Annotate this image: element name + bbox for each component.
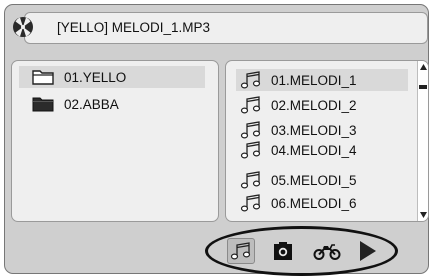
folder-open-icon bbox=[32, 70, 54, 85]
music-note-icon bbox=[240, 194, 261, 212]
tab-video[interactable] bbox=[312, 238, 342, 264]
file-list-panel: 01.MELODI_1 02.MELODI_2 03.MELODI_3 04.M… bbox=[225, 60, 429, 222]
folder-item[interactable]: 02.ABBA bbox=[20, 93, 119, 115]
file-item[interactable]: 02.MELODI_2 bbox=[238, 94, 357, 116]
file-list-scrollbar[interactable] bbox=[417, 61, 428, 221]
file-label: 02.MELODI_2 bbox=[271, 97, 357, 113]
file-item[interactable]: 04.MELODI_4 bbox=[238, 139, 357, 161]
file-label: 03.MELODI_3 bbox=[271, 122, 357, 138]
file-label: 01.MELODI_1 bbox=[271, 72, 357, 88]
tab-play[interactable] bbox=[356, 238, 380, 264]
music-note-icon bbox=[240, 141, 261, 159]
media-type-tabs bbox=[205, 226, 398, 276]
file-item[interactable]: 03.MELODI_3 bbox=[238, 119, 357, 141]
camera-icon bbox=[274, 242, 292, 260]
folder-item[interactable]: 01.YELLO bbox=[19, 66, 205, 88]
music-note-icon bbox=[240, 71, 261, 89]
tab-music[interactable] bbox=[227, 238, 255, 264]
music-note-icon bbox=[240, 121, 261, 139]
file-label: 04.MELODI_4 bbox=[271, 142, 357, 158]
motorcycle-icon bbox=[313, 244, 341, 260]
music-note-icon bbox=[240, 96, 261, 114]
file-label: 05.MELODI_5 bbox=[271, 172, 357, 188]
scroll-thumb[interactable] bbox=[419, 85, 427, 89]
music-note-icon bbox=[230, 242, 251, 260]
disc-icon bbox=[13, 17, 33, 37]
file-item[interactable]: 06.MELODI_6 bbox=[238, 192, 357, 214]
folder-icon bbox=[32, 97, 54, 112]
scroll-up-arrow-icon[interactable] bbox=[420, 64, 427, 70]
folder-label: 01.YELLO bbox=[64, 69, 127, 85]
folder-list-panel: 01.YELLO 02.ABBA bbox=[11, 60, 219, 222]
music-note-icon bbox=[240, 171, 261, 189]
scroll-down-arrow-icon[interactable] bbox=[420, 212, 427, 218]
file-item[interactable]: 05.MELODI_5 bbox=[238, 169, 357, 191]
tab-photo[interactable] bbox=[271, 238, 295, 264]
now-playing-title: [YELLO] MELODI_1.MP3 bbox=[24, 12, 428, 44]
file-item[interactable]: 01.MELODI_1 bbox=[236, 69, 408, 91]
folder-label: 02.ABBA bbox=[64, 96, 119, 112]
file-label: 06.MELODI_6 bbox=[271, 195, 357, 211]
play-icon bbox=[360, 241, 376, 261]
